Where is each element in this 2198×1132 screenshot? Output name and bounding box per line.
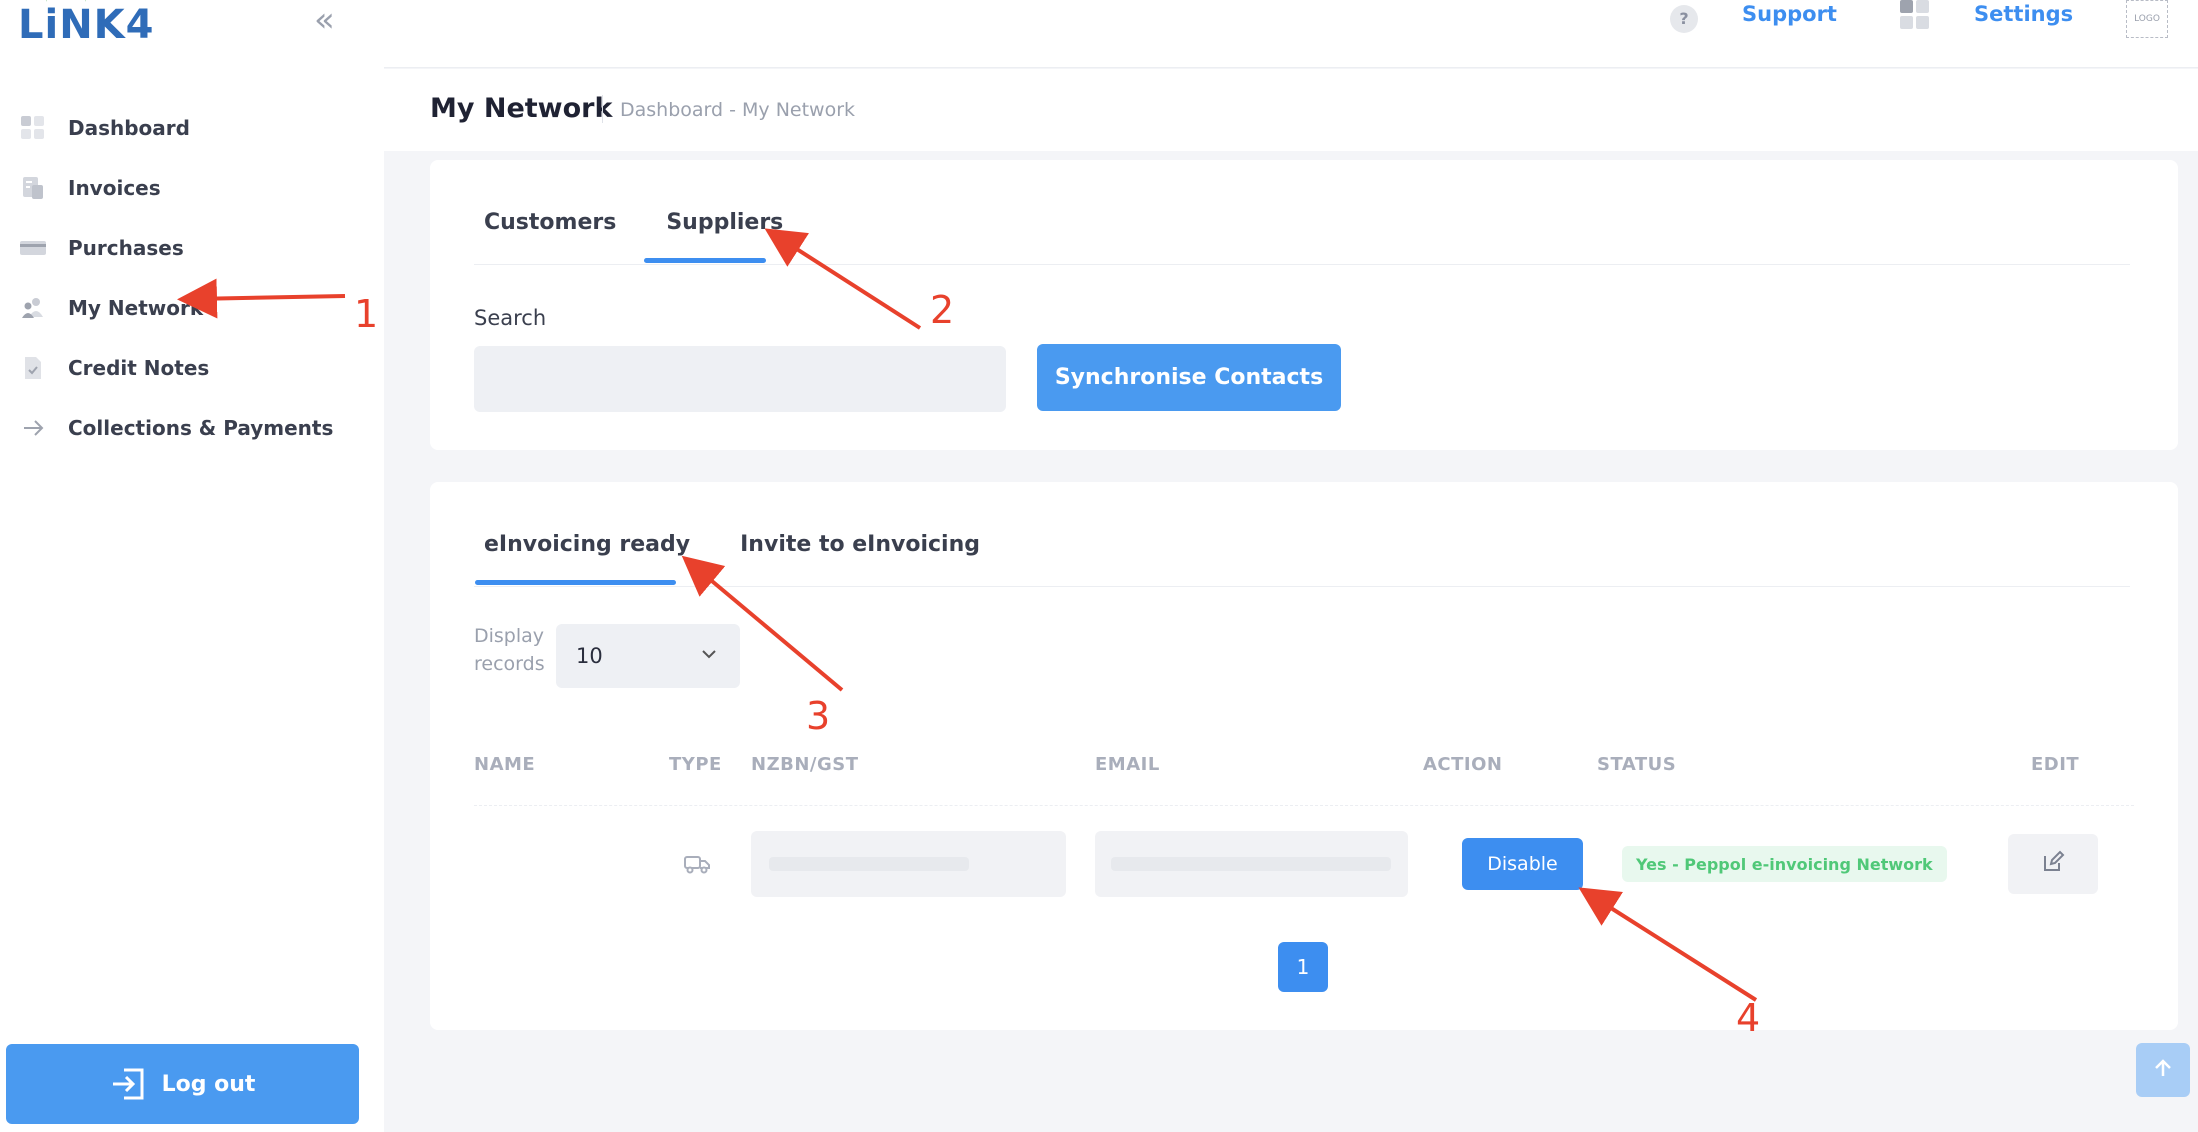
nzbn-cell: [751, 831, 1066, 897]
sidebar-item-credit-notes[interactable]: Credit Notes: [0, 338, 384, 398]
annotation-label-4: 4: [1736, 996, 1761, 1040]
chevron-down-icon: [700, 644, 718, 668]
sidebar-item-invoices[interactable]: Invoices: [0, 158, 384, 218]
contacts-card: Customers Suppliers Search Synchronise C…: [430, 160, 2178, 450]
column-header-nzbn: NZBN/GST: [751, 754, 859, 775]
tab-active-indicator: [475, 580, 676, 585]
company-logo-placeholder[interactable]: LOGO: [2126, 0, 2168, 38]
scroll-to-top-button[interactable]: [2136, 1043, 2190, 1097]
sidebar-item-dashboard[interactable]: Dashboard: [0, 98, 384, 158]
sidebar-nav: Dashboard Invoices Purchases My Network …: [0, 98, 384, 458]
arrow-right-icon: [20, 415, 46, 441]
breadcrumb-separator: [602, 95, 603, 123]
settings-grid-icon[interactable]: [1900, 0, 1930, 30]
column-header-type: TYPE: [669, 754, 722, 775]
tab-einvoicing-ready[interactable]: eInvoicing ready: [474, 532, 700, 557]
contact-tabs: Customers Suppliers: [474, 210, 793, 235]
search-label: Search: [474, 306, 547, 330]
link4-logo[interactable]: LiNK4: [18, 2, 155, 48]
tab-active-indicator: [644, 258, 766, 263]
display-records-value: 10: [576, 644, 603, 668]
column-header-email: EMAIL: [1095, 754, 1160, 775]
settings-link[interactable]: Settings: [1974, 2, 2073, 26]
pagination-page-button[interactable]: 1: [1278, 942, 1328, 992]
email-cell: [1095, 831, 1408, 897]
status-badge: Yes - Peppol e-invoicing Network: [1622, 846, 1947, 882]
edit-icon: [2041, 850, 2065, 878]
disable-button[interactable]: Disable: [1462, 838, 1583, 890]
dashboard-icon: [20, 115, 46, 141]
annotation-label-2: 2: [930, 288, 955, 332]
column-header-edit: EDIT: [2031, 754, 2080, 775]
tabs-divider: [474, 264, 2130, 265]
card-icon: [20, 235, 46, 261]
tab-customers[interactable]: Customers: [474, 210, 626, 235]
tabs-divider: [474, 586, 2130, 587]
display-records-select[interactable]: 10: [556, 624, 740, 688]
truck-icon: [683, 852, 711, 880]
column-header-action: ACTION: [1423, 754, 1503, 775]
column-header-status: STATUS: [1597, 754, 1677, 775]
redacted-bar: [769, 857, 969, 871]
sidebar: LiNK4 « Dashboard Invoices Purchases My: [0, 0, 384, 1132]
sidebar-item-collections-payments[interactable]: Collections & Payments: [0, 398, 384, 458]
annotation-label-1: 1: [354, 292, 379, 336]
page-header: My Network Dashboard - My Network: [384, 69, 2198, 151]
redacted-bar: [1111, 857, 1391, 871]
sidebar-item-label: Credit Notes: [68, 356, 210, 380]
arrow-up-icon: [2151, 1056, 2175, 1084]
sidebar-item-label: Dashboard: [68, 116, 190, 140]
sidebar-item-label: Invoices: [68, 176, 161, 200]
einvoicing-card: eInvoicing ready Invite to eInvoicing Di…: [430, 482, 2178, 1030]
people-icon: [20, 295, 46, 321]
einvoicing-tabs: eInvoicing ready Invite to eInvoicing: [474, 532, 990, 557]
sidebar-item-label: Purchases: [68, 236, 184, 260]
document-check-icon: [20, 355, 46, 381]
help-icon[interactable]: ?: [1670, 5, 1698, 33]
invoice-icon: [20, 175, 46, 201]
sidebar-item-label: My Network: [68, 296, 204, 320]
logout-icon: [110, 1065, 148, 1103]
table-header-divider: [474, 805, 2134, 806]
synchronise-contacts-button[interactable]: Synchronise Contacts: [1037, 344, 1341, 411]
logout-label: Log out: [161, 1071, 256, 1097]
collapse-sidebar-icon[interactable]: «: [314, 0, 335, 40]
tab-invite-to-einvoicing[interactable]: Invite to eInvoicing: [730, 532, 990, 557]
annotation-label-3: 3: [806, 694, 831, 738]
search-input[interactable]: [474, 346, 1006, 412]
sidebar-item-label: Collections & Payments: [68, 416, 334, 440]
support-link[interactable]: Support: [1742, 2, 1837, 26]
breadcrumb: Dashboard - My Network: [620, 99, 856, 121]
top-header: ? Support Settings LOGO: [384, 0, 2198, 68]
sidebar-item-my-network[interactable]: My Network: [0, 278, 384, 338]
display-records-label: Display records: [474, 625, 545, 675]
sidebar-item-purchases[interactable]: Purchases: [0, 218, 384, 278]
edit-button[interactable]: [2008, 834, 2098, 894]
column-header-name: NAME: [474, 754, 536, 775]
logout-button[interactable]: Log out: [6, 1044, 359, 1124]
page-title: My Network: [430, 93, 613, 124]
tab-suppliers[interactable]: Suppliers: [656, 210, 793, 235]
